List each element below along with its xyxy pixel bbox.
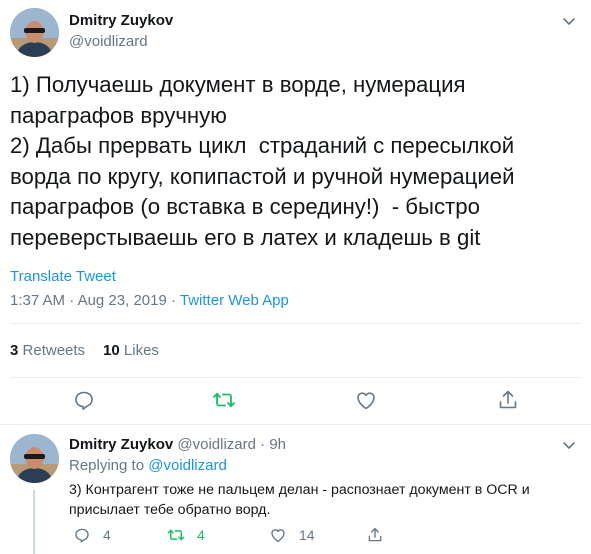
reply-retweet-count: 4 (197, 527, 205, 543)
share-icon (368, 527, 382, 542)
retweet-icon[interactable] (212, 388, 236, 412)
tweet-date[interactable]: Aug 23, 2019 (78, 292, 167, 309)
retweet-icon (167, 529, 185, 541)
chevron-down-icon[interactable] (560, 12, 578, 30)
reply-retweet-action[interactable]: 4 (167, 525, 205, 545)
reply-text: 3) Контрагент тоже не пальцем делан - ра… (69, 482, 530, 518)
reply-age[interactable]: 9h (269, 436, 286, 453)
tweet-time[interactable]: 1:37 AM (10, 292, 65, 309)
reply-like-count: 14 (299, 527, 315, 543)
reply-author-handle[interactable]: @voidlizard (177, 436, 256, 453)
like-icon[interactable] (354, 388, 378, 412)
reply-share-action[interactable] (366, 525, 396, 545)
engagement-stats: 3 Retweets 10 Likes (10, 342, 159, 359)
likes-label: Likes (123, 342, 159, 359)
reply-count: 4 (103, 527, 111, 543)
meta-separator: · (170, 292, 176, 309)
reply-author-avatar[interactable] (10, 434, 59, 483)
retweets-count: 3 (10, 342, 19, 359)
source-app-link[interactable]: Twitter Web App (180, 292, 289, 309)
translate-tweet-link[interactable]: Translate Tweet (10, 268, 116, 285)
reply-header: Dmitry Zuykov @voidlizard · 9h (69, 436, 286, 453)
chevron-down-icon[interactable] (560, 436, 578, 454)
reply-icon[interactable] (72, 388, 96, 412)
main-tweet: Dmitry Zuykov @voidlizard 1) Получаешь д… (0, 0, 591, 425)
divider (10, 377, 581, 378)
reply-author-name[interactable]: Dmitry Zuykov (69, 436, 173, 453)
replying-to: Replying to @voidlizard (69, 457, 227, 474)
replying-to-mention[interactable]: @voidlizard (148, 457, 227, 474)
tweet-meta: 1:37 AM · Aug 23, 2019 · Twitter Web App (10, 292, 289, 309)
likes-count: 10 (103, 342, 120, 359)
retweets-label: Retweets (22, 342, 86, 359)
reply-reply-action[interactable]: 4 (73, 525, 111, 545)
like-icon (271, 529, 285, 543)
author-avatar[interactable] (10, 8, 59, 57)
meta-separator: · (69, 292, 75, 309)
share-icon[interactable] (496, 388, 520, 412)
reply-separator: · (260, 436, 266, 453)
thread-line (33, 490, 35, 554)
reply-icon (75, 528, 89, 543)
reply-like-action[interactable]: 14 (269, 525, 315, 545)
tweet-text: 1) Получаешь документ в ворде, нумерация… (10, 72, 515, 250)
retweets-stat[interactable]: 3 Retweets (10, 342, 85, 359)
author-name[interactable]: Dmitry Zuykov (69, 12, 173, 29)
likes-stat[interactable]: 10 Likes (103, 342, 159, 359)
divider (10, 323, 581, 324)
divider (0, 424, 591, 425)
replying-prefix: Replying to (69, 457, 145, 474)
author-handle[interactable]: @voidlizard (69, 33, 148, 50)
